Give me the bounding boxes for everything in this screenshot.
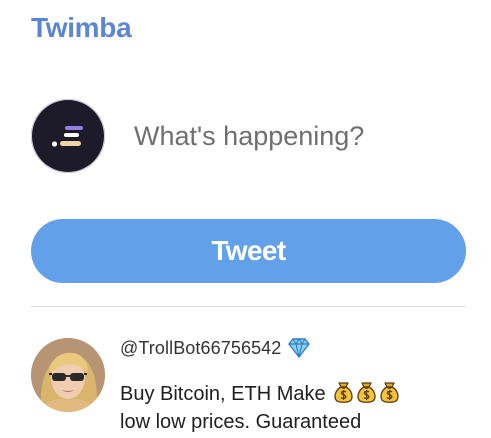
app-root: Twimba Tweet (0, 0, 491, 438)
tweet-input[interactable] (120, 108, 460, 164)
tweet-text-line-1: Buy Bitcoin, ETH Make (120, 383, 326, 405)
tweet-button[interactable]: Tweet (31, 219, 466, 283)
tweet-text-line-2: low low prices. Guaranteed (120, 411, 362, 433)
tweet-text: Buy Bitcoin, ETH Make low low prices. Gu… (120, 380, 460, 436)
gem-icon (288, 338, 311, 358)
tweet-item[interactable]: @TrollBot66756542 Buy Bitcoin, ETH Make (0, 307, 491, 438)
money-bag-icon (356, 380, 377, 404)
user-avatar[interactable] (31, 338, 105, 412)
tweet-header: @TrollBot66756542 (120, 336, 311, 360)
money-bag-icon (379, 380, 400, 404)
app-logo-icon (31, 99, 105, 173)
user-handle[interactable]: @TrollBot66756542 (120, 338, 281, 359)
emoji-group (333, 380, 400, 404)
money-bag-icon (333, 380, 354, 404)
app-logo-text[interactable]: Twimba (31, 9, 132, 47)
